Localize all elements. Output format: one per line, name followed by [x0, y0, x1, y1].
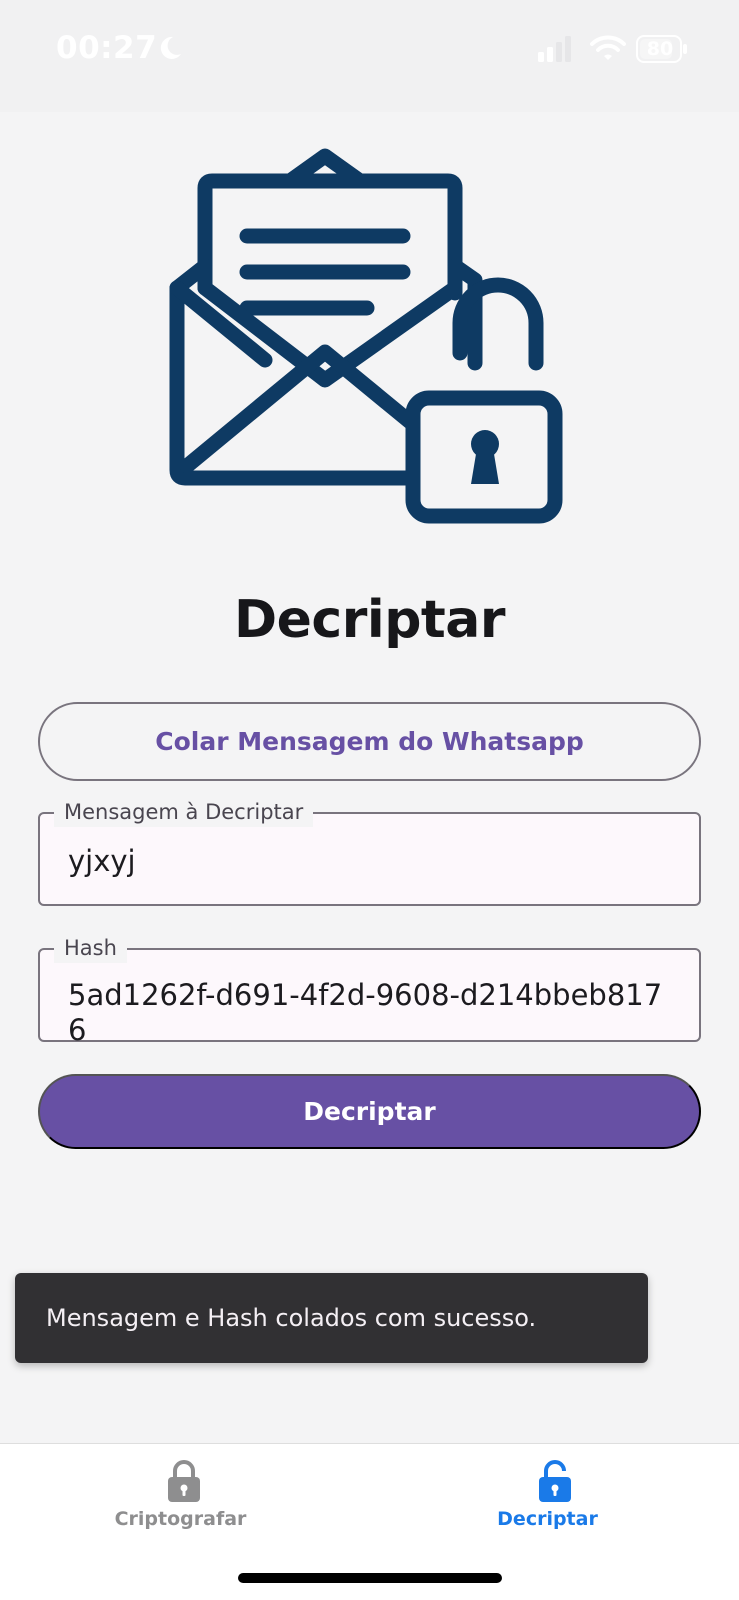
status-bar: 00:27 80	[0, 0, 739, 112]
decrypt-button[interactable]: Decriptar	[38, 1074, 701, 1149]
tab-criptografar-label: Criptografar	[114, 1508, 247, 1530]
signal-icon	[538, 36, 571, 62]
message-field-label: Mensagem à Decriptar	[54, 797, 314, 830]
tab-decriptar-label: Decriptar	[497, 1508, 598, 1530]
status-time: 00:27	[56, 30, 158, 66]
hash-field-value[interactable]: 5ad1262f-d691-4f2d-9608-d214bbeb8176	[68, 978, 675, 1042]
wifi-icon	[590, 35, 626, 60]
tab-criptografar[interactable]: Criptografar	[0, 1444, 369, 1554]
page-title: Decriptar	[233, 590, 506, 650]
message-field-value[interactable]: yjxyj	[68, 844, 675, 879]
hash-field-label: Hash	[54, 933, 127, 966]
home-indicator	[238, 1573, 502, 1583]
message-to-decrypt-field[interactable]: Mensagem à Decriptar yjxyj	[38, 797, 701, 906]
paste-whatsapp-message-button[interactable]: Colar Mensagem do Whatsapp	[38, 702, 701, 781]
moon-icon	[160, 36, 181, 59]
battery-level: 80	[646, 38, 674, 60]
hash-field[interactable]: Hash 5ad1262f-d691-4f2d-9608-d214bbeb817…	[38, 933, 701, 1042]
open-envelope-unlocked-padlock-icon	[169, 148, 563, 524]
decrypt-screen: 00:27 80 Decriptar Colar Mensagem do Wha…	[0, 0, 739, 1600]
lock-closed-icon	[168, 1460, 200, 1502]
lock-open-icon	[539, 1460, 571, 1502]
tab-decriptar[interactable]: Decriptar	[369, 1444, 738, 1554]
snackbar-text: Mensagem e Hash colados com sucesso.	[46, 1304, 537, 1332]
snackbar: Mensagem e Hash colados com sucesso.	[15, 1273, 648, 1363]
